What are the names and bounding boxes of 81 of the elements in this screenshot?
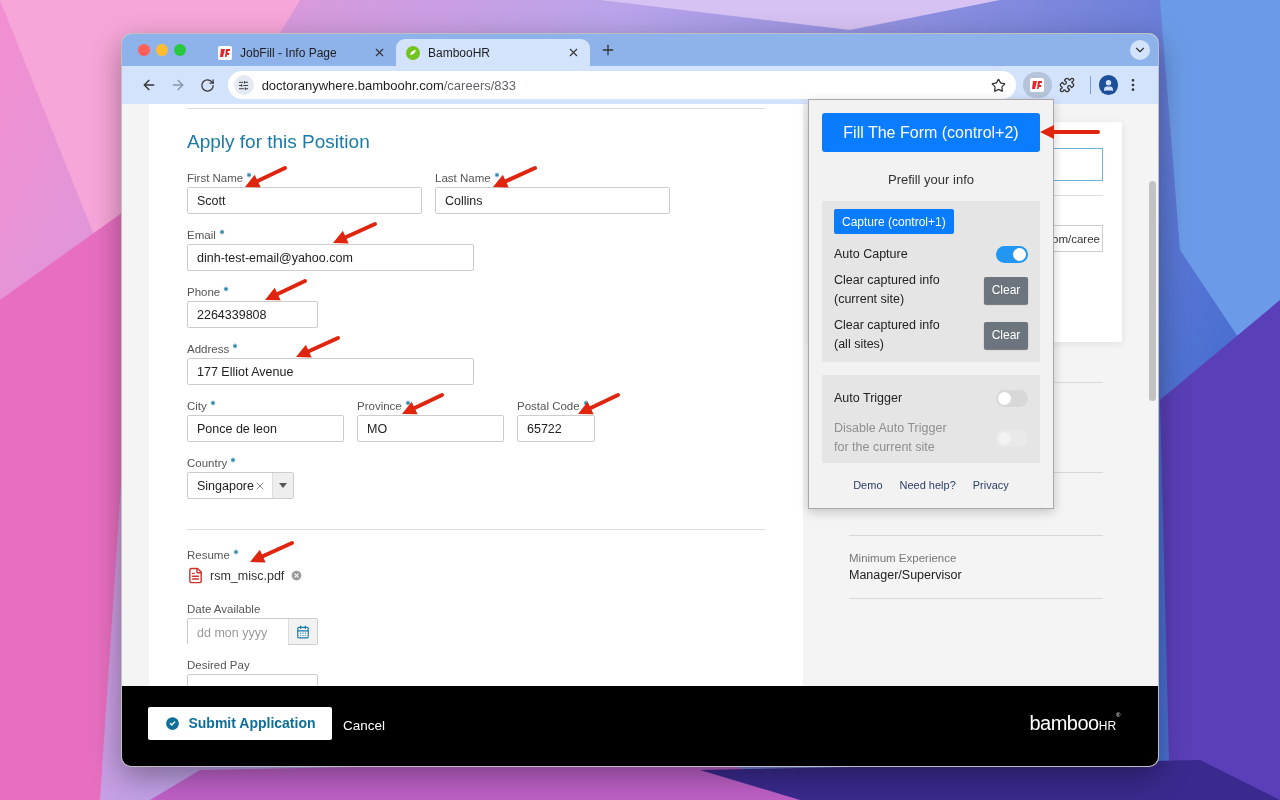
file-icon	[187, 567, 204, 584]
toggle-switch[interactable]	[996, 389, 1028, 407]
detail-label: Minimum Experience	[849, 552, 958, 564]
required-icon	[208, 399, 217, 407]
setting-label: Clear captured info (current site)	[834, 272, 941, 308]
avatar-icon[interactable]	[1098, 75, 1119, 95]
arrow	[265, 279, 307, 301]
close-icon[interactable]	[373, 46, 386, 59]
field-label: City	[187, 399, 207, 413]
address-bar[interactable]: doctoranywhere.bamboohr.com/careers/833	[227, 71, 1016, 99]
arrow	[493, 166, 537, 188]
caret-icon	[279, 483, 287, 488]
fill-form-button[interactable]: Fill The Form (control+2)	[822, 113, 1040, 152]
check-icon	[164, 714, 182, 732]
input-field[interactable]: MO	[357, 415, 504, 442]
input-field[interactable]: Collins	[435, 187, 670, 214]
remove-icon[interactable]	[290, 569, 304, 582]
toggle-switch[interactable]	[996, 245, 1028, 263]
file-name: rsm_misc.pdf	[210, 568, 285, 583]
required-icon	[217, 228, 226, 236]
jobfill-logo-icon	[1030, 78, 1045, 92]
country-select[interactable]: Singapore	[187, 472, 294, 499]
popup-link[interactable]: Demo	[853, 479, 883, 491]
input-field[interactable]: 2264339808	[187, 301, 318, 328]
setting-label: Auto Capture	[834, 245, 909, 263]
calendar-icon[interactable]	[288, 619, 317, 644]
cancel-link[interactable]: Cancel	[343, 717, 386, 733]
setting-label: Clear captured info (all sites)	[834, 317, 941, 353]
detail-value: Manager/Supervisor	[849, 568, 963, 582]
input-field[interactable]: Scott	[187, 187, 422, 214]
arrow	[578, 393, 620, 415]
arrow	[250, 541, 294, 563]
field-label: Phone	[187, 285, 221, 299]
field-label: Postal Code	[517, 399, 580, 413]
clear-button[interactable]: Clear	[984, 321, 1028, 349]
arrow	[1040, 125, 1100, 139]
required-icon	[492, 171, 501, 179]
input-field[interactable]: 65722	[517, 415, 595, 442]
close-icon[interactable]	[567, 46, 580, 59]
field-label: Resume	[187, 548, 230, 562]
form-title: Apply for this Position	[187, 130, 371, 154]
plus-icon[interactable]	[600, 42, 616, 58]
required-icon	[231, 548, 240, 556]
submit-button[interactable]: Submit Application	[148, 706, 332, 740]
arrow	[402, 393, 444, 415]
field-label: Desired Pay	[187, 658, 250, 672]
sliders-icon[interactable]	[233, 75, 254, 95]
input-field[interactable]: Ponce de leon	[187, 415, 344, 442]
jobfill-logo-icon	[218, 45, 232, 60]
required-icon	[403, 399, 412, 407]
popup-subtitle: Prefill your info	[887, 172, 975, 187]
browser-tab[interactable]: BambooHR	[396, 39, 590, 66]
arrow	[333, 222, 377, 244]
required-icon	[222, 285, 231, 293]
extension-button[interactable]	[1022, 72, 1053, 98]
arrow	[245, 166, 287, 188]
required-icon	[245, 171, 254, 179]
capture-button[interactable]: Capture (control+1)	[834, 209, 954, 234]
required-icon	[231, 342, 240, 350]
browser-tab[interactable]: JobFill - Info Page	[208, 39, 396, 66]
field-label: Address	[187, 342, 230, 356]
scrollbar[interactable]	[1149, 181, 1156, 401]
field-label: Last Name	[435, 171, 491, 185]
setting-label: Auto Trigger	[834, 389, 904, 407]
popup-link[interactable]: Need help?	[899, 479, 956, 491]
field-label: First Name	[187, 171, 244, 185]
field-label: Province	[357, 399, 402, 413]
popup-link[interactable]: Privacy	[972, 479, 1009, 491]
star-icon[interactable]	[990, 77, 1006, 93]
bamboo-logo-icon	[406, 45, 420, 60]
arrow	[296, 336, 340, 358]
date-field[interactable]: dd mon yyyy	[187, 618, 318, 645]
setting-label: Disable Auto Trigger for the current site	[834, 420, 948, 456]
field-label: Email	[187, 228, 216, 242]
input-field[interactable]: dinh-test-email@yahoo.com	[187, 244, 474, 271]
chevron-down-icon[interactable]	[1130, 40, 1150, 60]
input-field[interactable]: 177 Elliot Avenue	[187, 358, 474, 385]
field-label: Date Available	[187, 602, 261, 616]
required-icon	[229, 456, 238, 464]
clear-button[interactable]: Clear	[984, 276, 1028, 304]
field-label: Country	[187, 456, 228, 470]
